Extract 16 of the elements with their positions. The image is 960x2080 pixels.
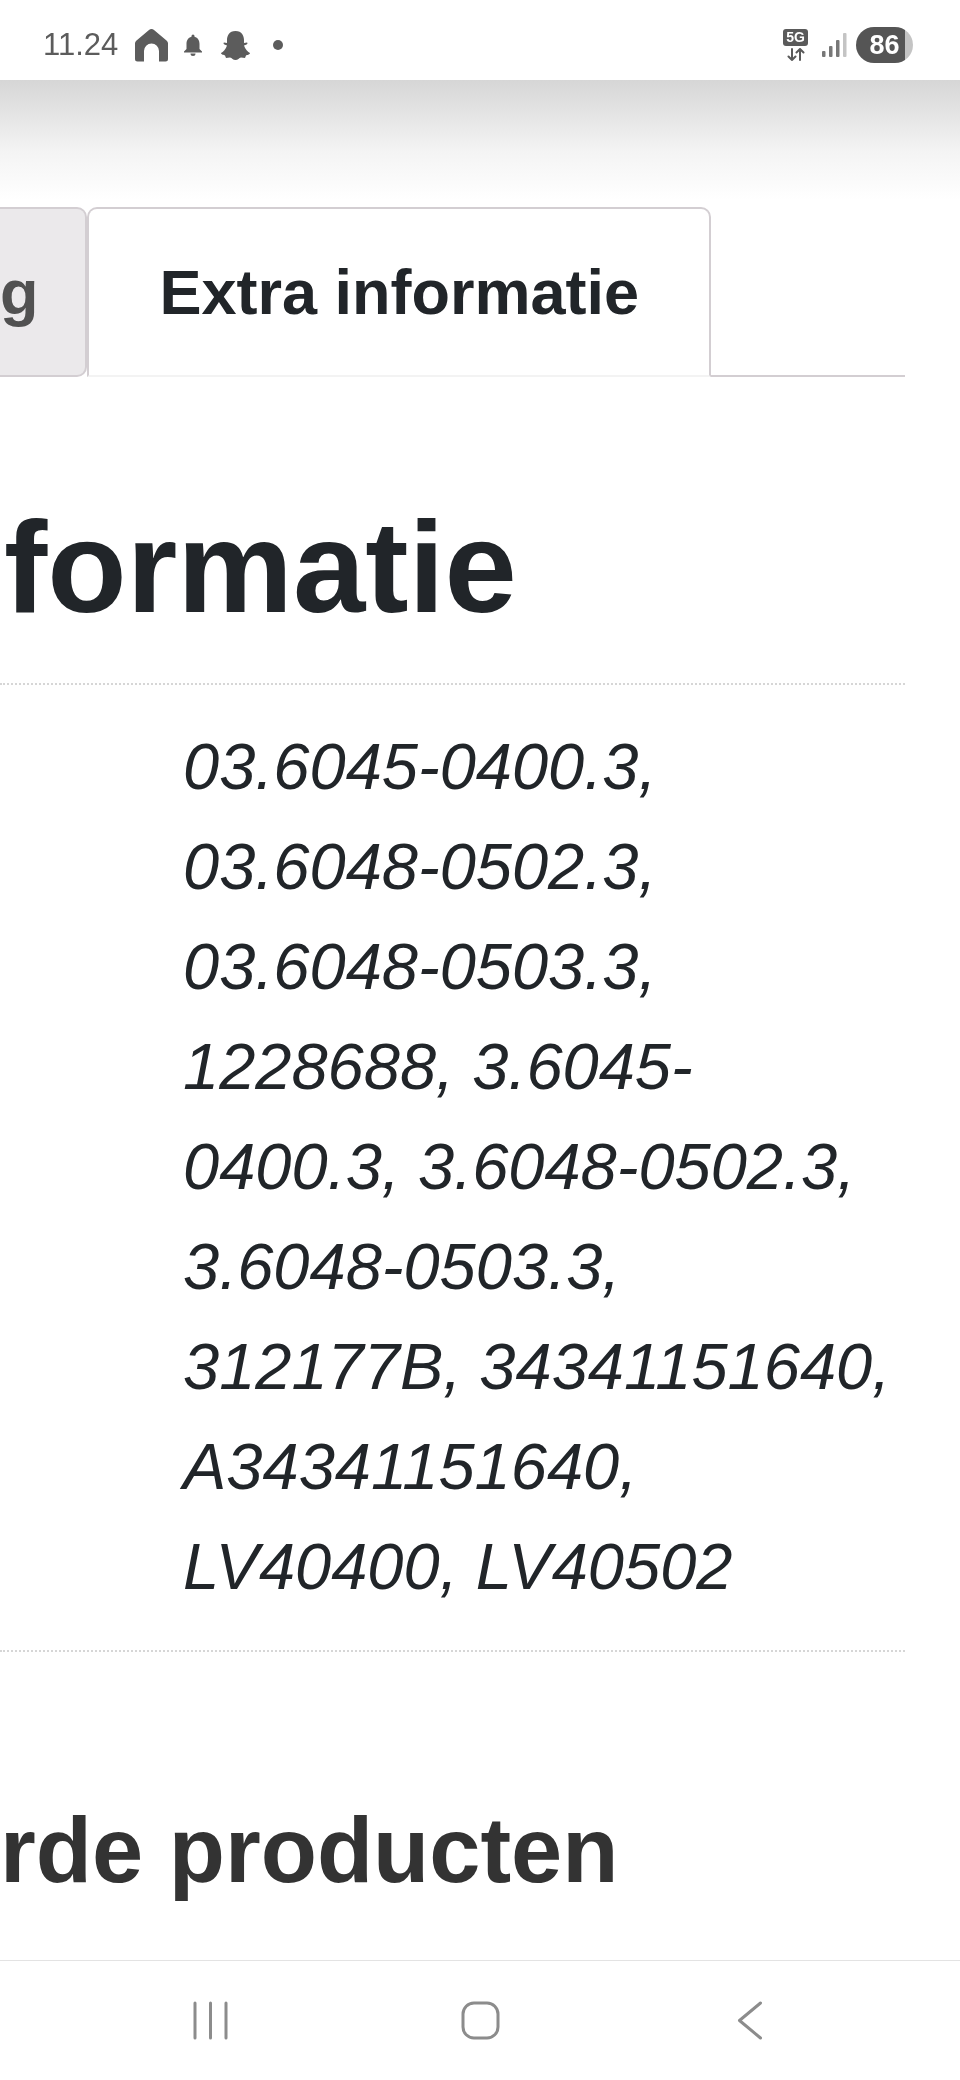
network-type-label: 5G — [783, 29, 808, 46]
ghost-icon — [220, 29, 252, 61]
tab[interactable]: g — [0, 207, 88, 377]
home-icon[interactable] — [460, 2001, 500, 2040]
back-icon[interactable] — [737, 2001, 763, 2040]
house-icon — [134, 28, 170, 62]
section-heading: formatie — [3, 493, 518, 642]
recent-apps-icon[interactable] — [192, 2001, 228, 2040]
battery-indicator: 86 — [856, 27, 913, 63]
bell-icon — [183, 34, 204, 56]
related-products-heading: rde producten — [0, 1798, 620, 1903]
tab[interactable]: Extra informatie — [87, 207, 712, 377]
dot-icon — [273, 40, 284, 50]
status-time: 11.24 — [43, 27, 119, 63]
data-arrows-icon — [785, 48, 806, 61]
signal-icon — [822, 33, 847, 57]
